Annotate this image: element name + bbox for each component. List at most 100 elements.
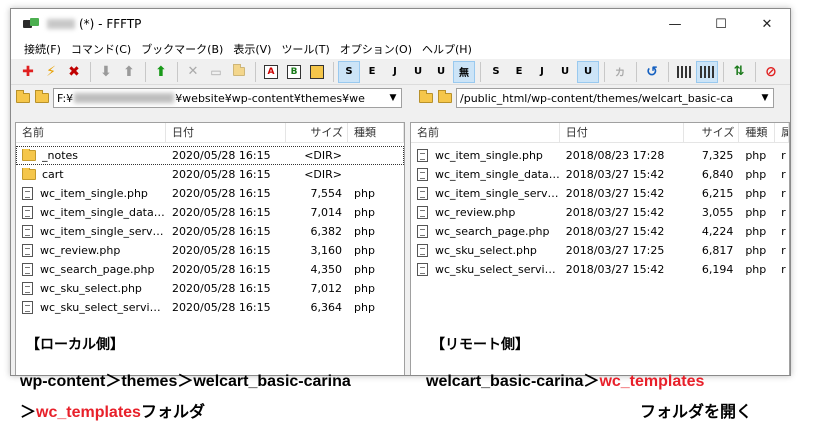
menu-bar: 接続(F) コマンド(C) ブックマーク(B) 表示(V) ツール(T) オプシ… — [11, 39, 790, 59]
remote-col-date[interactable]: 日付 — [560, 123, 684, 143]
list-view-icon[interactable] — [673, 61, 695, 83]
mirror-upload-icon[interactable]: ⬆ — [150, 61, 172, 83]
table-row[interactable]: wc_item_single.php 2020/05/28 16:15 7,554 p… — [16, 184, 404, 203]
table-row[interactable]: wc_item_single_servic... 2020/05/28 16:15… — [16, 222, 404, 241]
file-icon — [417, 263, 428, 276]
minimize-button[interactable]: — — [652, 9, 698, 39]
remote-file-list[interactable]: 名前 日付 サイズ 種類 属 wc_item_single.php 2018/08… — [410, 122, 790, 375]
connect-icon[interactable]: ✚ — [17, 61, 39, 83]
ascii-mode-button[interactable]: A — [260, 61, 282, 83]
sync-folder-icon[interactable]: ⇅ — [728, 61, 750, 83]
menu-options[interactable]: オプション(O) — [335, 41, 417, 57]
menu-view[interactable]: 表示(V) — [228, 41, 276, 57]
maximize-button[interactable]: ☐ — [698, 9, 744, 39]
local-col-type[interactable]: 種類 — [348, 123, 404, 143]
remote-col-attr[interactable]: 属 — [775, 123, 789, 143]
host-kanji-sjis-button[interactable]: S — [338, 60, 360, 83]
local-kanji-euc-button[interactable]: E — [508, 61, 530, 83]
auto-mode-icon[interactable] — [306, 61, 328, 83]
local-file-list[interactable]: 名前 日付 サイズ 種類 _notes 2020/05/28 16:15 <DIR>… — [15, 122, 405, 375]
local-col-date[interactable]: 日付 — [166, 123, 286, 143]
stop-icon[interactable]: ⊘ — [760, 61, 782, 83]
local-col-size[interactable]: サイズ — [286, 123, 348, 143]
table-row[interactable]: wc_review.php 2020/05/28 16:15 3,160 php — [16, 241, 404, 260]
disconnect-icon[interactable]: ✖ — [63, 61, 85, 83]
local-path-input[interactable]: F:¥ ¥website¥wp-content¥themes¥we ▼ — [53, 88, 402, 108]
redacted-title — [47, 19, 75, 29]
refresh-icon[interactable]: ↺ — [641, 61, 663, 83]
menu-bookmark[interactable]: ブックマーク(B) — [136, 41, 228, 57]
local-col-name[interactable]: 名前 — [16, 123, 166, 143]
file-icon — [22, 244, 33, 257]
host-kanji-utf8bom-button[interactable]: U — [430, 61, 452, 83]
upload-icon[interactable]: ⬆ — [118, 61, 140, 83]
table-row[interactable]: wc_review.php 2018/03/27 15:42 3,055 php r — [411, 203, 789, 222]
file-date: 2020/05/28 16:15 — [172, 282, 271, 295]
remote-path-input[interactable]: /public_html/wp-content/themes/welcart_b… — [456, 88, 774, 108]
menu-help[interactable]: ヘルプ(H) — [417, 41, 477, 57]
file-size: 6,194 — [701, 263, 734, 276]
file-size: 6,382 — [310, 225, 343, 238]
remote-col-size[interactable]: サイズ — [684, 123, 740, 143]
table-row[interactable]: wc_item_single.php 2018/08/23 17:28 7,325 p… — [411, 146, 789, 165]
title-bar: (*) - FFFTP — ☐ ✕ — [11, 9, 790, 39]
close-button[interactable]: ✕ — [744, 9, 790, 39]
table-row[interactable]: wc_sku_select_service... 2020/05/28 16:15… — [16, 298, 404, 317]
file-name-cell: wc_search_page.php — [411, 225, 560, 238]
binary-mode-button[interactable]: B — [283, 61, 305, 83]
file-date: 2020/05/28 16:15 — [172, 301, 271, 314]
local-path-dropdown-icon[interactable]: ▼ — [385, 89, 401, 107]
remote-path-dropdown-icon[interactable]: ▼ — [757, 89, 773, 107]
file-size: 4,224 — [701, 225, 734, 238]
local-kanji-utf8bom-button[interactable]: U — [577, 60, 599, 83]
menu-connect[interactable]: 接続(F) — [19, 41, 66, 57]
file-icon — [417, 187, 428, 200]
table-row[interactable]: wc_sku_select_service... 2018/03/27 15:42… — [411, 260, 789, 279]
table-row[interactable]: wc_item_single_servic... 2018/03/27 15:42… — [411, 184, 789, 203]
table-row[interactable]: wc_item_single_data.p... 2020/05/28 16:15… — [16, 203, 404, 222]
host-kanji-jis-button[interactable]: J — [384, 61, 406, 83]
table-row[interactable]: wc_search_page.php 2020/05/28 16:15 4,350 p… — [16, 260, 404, 279]
remote-up-folder-icon[interactable] — [418, 90, 434, 106]
remote-open-folder-icon[interactable] — [437, 90, 453, 106]
table-row[interactable]: _notes 2020/05/28 16:15 <DIR> — [16, 146, 404, 165]
file-name: wc_review.php — [435, 206, 516, 219]
download-icon[interactable]: ⬇ — [95, 61, 117, 83]
file-icon — [417, 168, 428, 181]
file-size: 3,055 — [701, 206, 734, 219]
local-open-folder-icon[interactable] — [34, 90, 50, 106]
local-up-folder-icon[interactable] — [15, 90, 31, 106]
file-date: 2018/03/27 15:42 — [565, 206, 665, 219]
menu-tools[interactable]: ツール(T) — [276, 41, 334, 57]
table-row[interactable]: cart 2020/05/28 16:15 <DIR> — [16, 165, 404, 184]
table-row[interactable]: wc_sku_select.php 2020/05/28 16:15 7,012 ph… — [16, 279, 404, 298]
file-name-cell: wc_sku_select_service... — [16, 301, 166, 314]
remote-col-name[interactable]: 名前 — [411, 123, 560, 143]
host-kanji-euc-button[interactable]: E — [361, 61, 383, 83]
quick-connect-icon[interactable]: ⚡ — [40, 61, 62, 83]
file-attr: r — [781, 187, 786, 200]
table-row[interactable]: wc_item_single_data.p... 2018/03/27 15:42… — [411, 165, 789, 184]
host-kanji-none-button[interactable]: 無 — [453, 60, 475, 83]
table-row[interactable]: wc_search_page.php 2018/03/27 15:42 4,224 p… — [411, 222, 789, 241]
file-type: php — [745, 244, 767, 257]
file-date: 2018/03/27 15:42 — [565, 168, 665, 181]
file-size: 6,817 — [701, 244, 734, 257]
remote-col-type[interactable]: 種類 — [739, 123, 776, 143]
rename-icon[interactable]: ▭ — [205, 61, 227, 83]
local-kanji-jis-button[interactable]: J — [531, 61, 553, 83]
local-kanji-sjis-button[interactable]: S — [485, 61, 507, 83]
host-kanji-utf8-button[interactable]: U — [407, 61, 429, 83]
menu-command[interactable]: コマンド(C) — [66, 41, 136, 57]
file-name-cell: wc_sku_select_service... — [411, 263, 560, 276]
file-type: php — [354, 263, 375, 276]
file-name-cell: wc_item_single_servic... — [411, 187, 560, 200]
caption-right-red: wc_templates — [599, 373, 705, 390]
delete-icon[interactable]: ✕ — [182, 61, 204, 83]
new-folder-icon[interactable] — [228, 61, 250, 83]
table-row[interactable]: wc_sku_select.php 2018/03/27 17:25 6,817 ph… — [411, 241, 789, 260]
kana-convert-button[interactable]: カ — [609, 61, 631, 83]
detail-view-icon[interactable] — [696, 60, 718, 83]
local-kanji-utf8-button[interactable]: U — [554, 61, 576, 83]
file-date: 2018/08/23 17:28 — [565, 149, 665, 162]
